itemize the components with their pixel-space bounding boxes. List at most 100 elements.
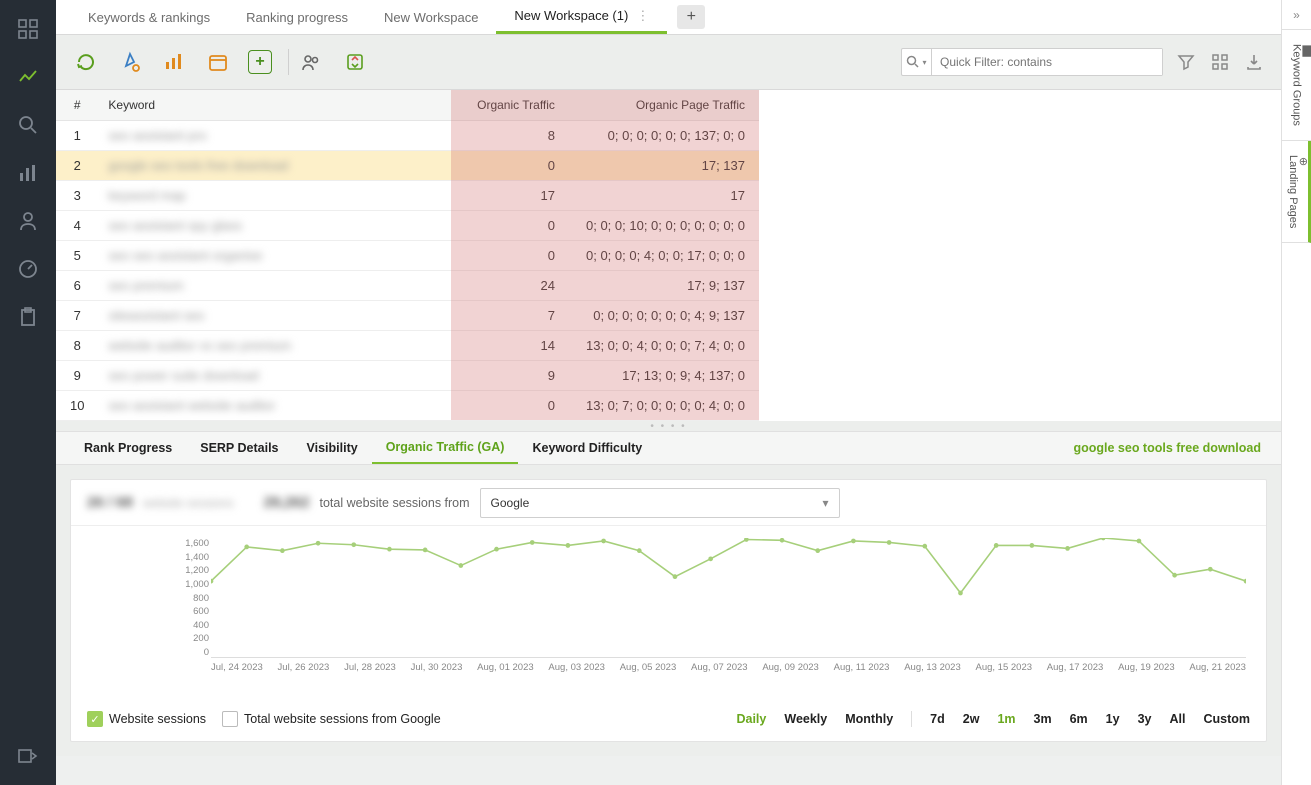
- tab-label: Keywords & rankings: [88, 10, 210, 25]
- cell-keyword: seo assistant pro: [98, 121, 405, 151]
- range-all[interactable]: All: [1169, 712, 1185, 726]
- gauge-icon[interactable]: [17, 258, 39, 280]
- legend-total-sessions[interactable]: Total website sessions from Google: [222, 711, 441, 727]
- resize-grip[interactable]: • • • •: [56, 421, 1281, 431]
- search-icon[interactable]: [17, 114, 39, 136]
- sessions-label-1: website sessions: [143, 496, 234, 510]
- left-nav: [0, 0, 56, 785]
- cell-organic-traffic: 14: [406, 331, 565, 361]
- table-row[interactable]: 1seo assistant pro80; 0; 0; 0; 0; 0; 137…: [56, 121, 759, 151]
- gran-monthly[interactable]: Monthly: [845, 712, 893, 726]
- log-icon[interactable]: [17, 745, 39, 767]
- filter-icon[interactable]: [1175, 51, 1197, 73]
- range-2w[interactable]: 2w: [963, 712, 980, 726]
- table-row[interactable]: 2google seo tools free download017; 137: [56, 151, 759, 181]
- divider: [288, 49, 289, 75]
- col-keyword[interactable]: Keyword: [98, 90, 405, 121]
- tab-menu-icon[interactable]: ⋮: [636, 8, 649, 24]
- schedule-icon[interactable]: [204, 48, 232, 76]
- cell-num: 4: [56, 211, 98, 241]
- range-1m[interactable]: 1m: [997, 712, 1015, 726]
- table-row[interactable]: 10seo assistant website auditor013; 0; 7…: [56, 391, 759, 421]
- compass-icon[interactable]: [116, 48, 144, 76]
- dtab-visibility[interactable]: Visibility: [293, 432, 372, 464]
- add-button[interactable]: +: [248, 50, 272, 74]
- cell-keyword: seo assistant spy glass: [98, 211, 405, 241]
- collapse-icon[interactable]: »: [1282, 0, 1311, 30]
- keywords-table: # Keyword Organic Traffic Organic Page T…: [56, 90, 759, 421]
- cell-organic-page-traffic: 17; 137: [565, 151, 759, 181]
- divider: [911, 711, 912, 727]
- dtab-rank-progress[interactable]: Rank Progress: [70, 432, 186, 464]
- quick-filter-input[interactable]: [932, 49, 1162, 75]
- table-row[interactable]: 8website auditor vs seo premium1413; 0; …: [56, 331, 759, 361]
- tab-ranking-progress[interactable]: Ranking progress: [228, 0, 366, 34]
- range-6m[interactable]: 6m: [1070, 712, 1088, 726]
- bars-icon[interactable]: [17, 162, 39, 184]
- table-row[interactable]: 3keyword map1717: [56, 181, 759, 211]
- table-row[interactable]: 7siteassistant seo70; 0; 0; 0; 0; 0; 0; …: [56, 301, 759, 331]
- gran-daily[interactable]: Daily: [736, 712, 766, 726]
- cell-organic-traffic: 17: [406, 181, 565, 211]
- detail-keyword-link[interactable]: google seo tools free download: [1073, 441, 1261, 455]
- cell-organic-traffic: 0: [406, 391, 565, 421]
- legend-label: Website sessions: [109, 712, 206, 726]
- cell-keyword: seo seo assistant organise: [98, 241, 405, 271]
- download-icon[interactable]: [1243, 51, 1265, 73]
- search-dropdown-icon[interactable]: ▾: [902, 49, 932, 75]
- sort-icon[interactable]: [341, 48, 369, 76]
- col-num[interactable]: #: [56, 90, 98, 121]
- dashboard-icon[interactable]: [17, 18, 39, 40]
- range-3y[interactable]: 3y: [1138, 712, 1152, 726]
- range-1y[interactable]: 1y: [1106, 712, 1120, 726]
- legend-website-sessions[interactable]: Website sessions: [87, 711, 206, 727]
- cell-organic-page-traffic: 17: [565, 181, 759, 211]
- detail-body: 26 / 68 website sessions 29,262 total we…: [56, 465, 1281, 756]
- cell-organic-page-traffic: 13; 0; 0; 4; 0; 0; 0; 7; 4; 0; 0: [565, 331, 759, 361]
- y-axis-labels: 1,6001,4001,2001,0008006004002000: [171, 538, 209, 658]
- user-icon[interactable]: [17, 210, 39, 232]
- columns-icon[interactable]: [1209, 51, 1231, 73]
- add-tab-button[interactable]: +: [677, 5, 705, 29]
- source-select[interactable]: Google ▾: [480, 488, 840, 518]
- clipboard-icon[interactable]: [17, 306, 39, 328]
- cell-organic-page-traffic: 0; 0; 0; 10; 0; 0; 0; 0; 0; 0; 0: [565, 211, 759, 241]
- table-row[interactable]: 4seo assistant spy glass00; 0; 0; 10; 0;…: [56, 211, 759, 241]
- chart: 1,6001,4001,2001,0008006004002000 Jul, 2…: [71, 526, 1266, 701]
- dtab-serp-details[interactable]: SERP Details: [186, 432, 292, 464]
- cell-organic-traffic: 0: [406, 151, 565, 181]
- sessions-value: 26 / 68: [87, 494, 133, 511]
- right-tab-keyword-groups[interactable]: ▇Keyword Groups: [1282, 30, 1311, 141]
- range-custom[interactable]: Custom: [1203, 712, 1250, 726]
- col-organic-traffic[interactable]: Organic Traffic: [406, 90, 565, 121]
- tab-new-workspace-1[interactable]: New Workspace (1) ⋮: [496, 0, 667, 34]
- people-icon[interactable]: [297, 48, 325, 76]
- dtab-keyword-difficulty[interactable]: Keyword Difficulty: [518, 432, 656, 464]
- cell-organic-traffic: 24: [406, 271, 565, 301]
- refresh-icon[interactable]: [72, 48, 100, 76]
- cell-organic-traffic: 9: [406, 361, 565, 391]
- checkbox-icon: [222, 711, 238, 727]
- table-row[interactable]: 6seo premium2417; 9; 137: [56, 271, 759, 301]
- dtab-organic-traffic[interactable]: Organic Traffic (GA): [372, 432, 519, 464]
- globe-icon: ⊕: [1299, 155, 1308, 168]
- table-row[interactable]: 9seo power suite download917; 13; 0; 9; …: [56, 361, 759, 391]
- table-row[interactable]: 5seo seo assistant organise00; 0; 0; 0; …: [56, 241, 759, 271]
- analytics-icon[interactable]: [17, 66, 39, 88]
- cell-num: 6: [56, 271, 98, 301]
- range-3m[interactable]: 3m: [1034, 712, 1052, 726]
- tab-label: New Workspace: [384, 10, 478, 25]
- gran-weekly[interactable]: Weekly: [784, 712, 827, 726]
- tab-keywords-rankings[interactable]: Keywords & rankings: [70, 0, 228, 34]
- cell-organic-page-traffic: 0; 0; 0; 0; 0; 0; 137; 0; 0: [565, 121, 759, 151]
- right-tab-landing-pages[interactable]: ⊕Landing Pages: [1282, 141, 1311, 243]
- cell-organic-page-traffic: 0; 0; 0; 0; 0; 0; 0; 4; 9; 137: [565, 301, 759, 331]
- range-7d[interactable]: 7d: [930, 712, 945, 726]
- tab-label: New Workspace (1): [514, 8, 628, 23]
- cell-organic-page-traffic: 13; 0; 7; 0; 0; 0; 0; 0; 4; 0; 0: [565, 391, 759, 421]
- tab-new-workspace[interactable]: New Workspace: [366, 0, 496, 34]
- metrics-icon[interactable]: [160, 48, 188, 76]
- col-organic-page-traffic[interactable]: Organic Page Traffic: [565, 90, 759, 121]
- right-panel: » ▇Keyword Groups ⊕Landing Pages: [1281, 0, 1311, 785]
- main-area: Keywords & rankings Ranking progress New…: [56, 0, 1281, 785]
